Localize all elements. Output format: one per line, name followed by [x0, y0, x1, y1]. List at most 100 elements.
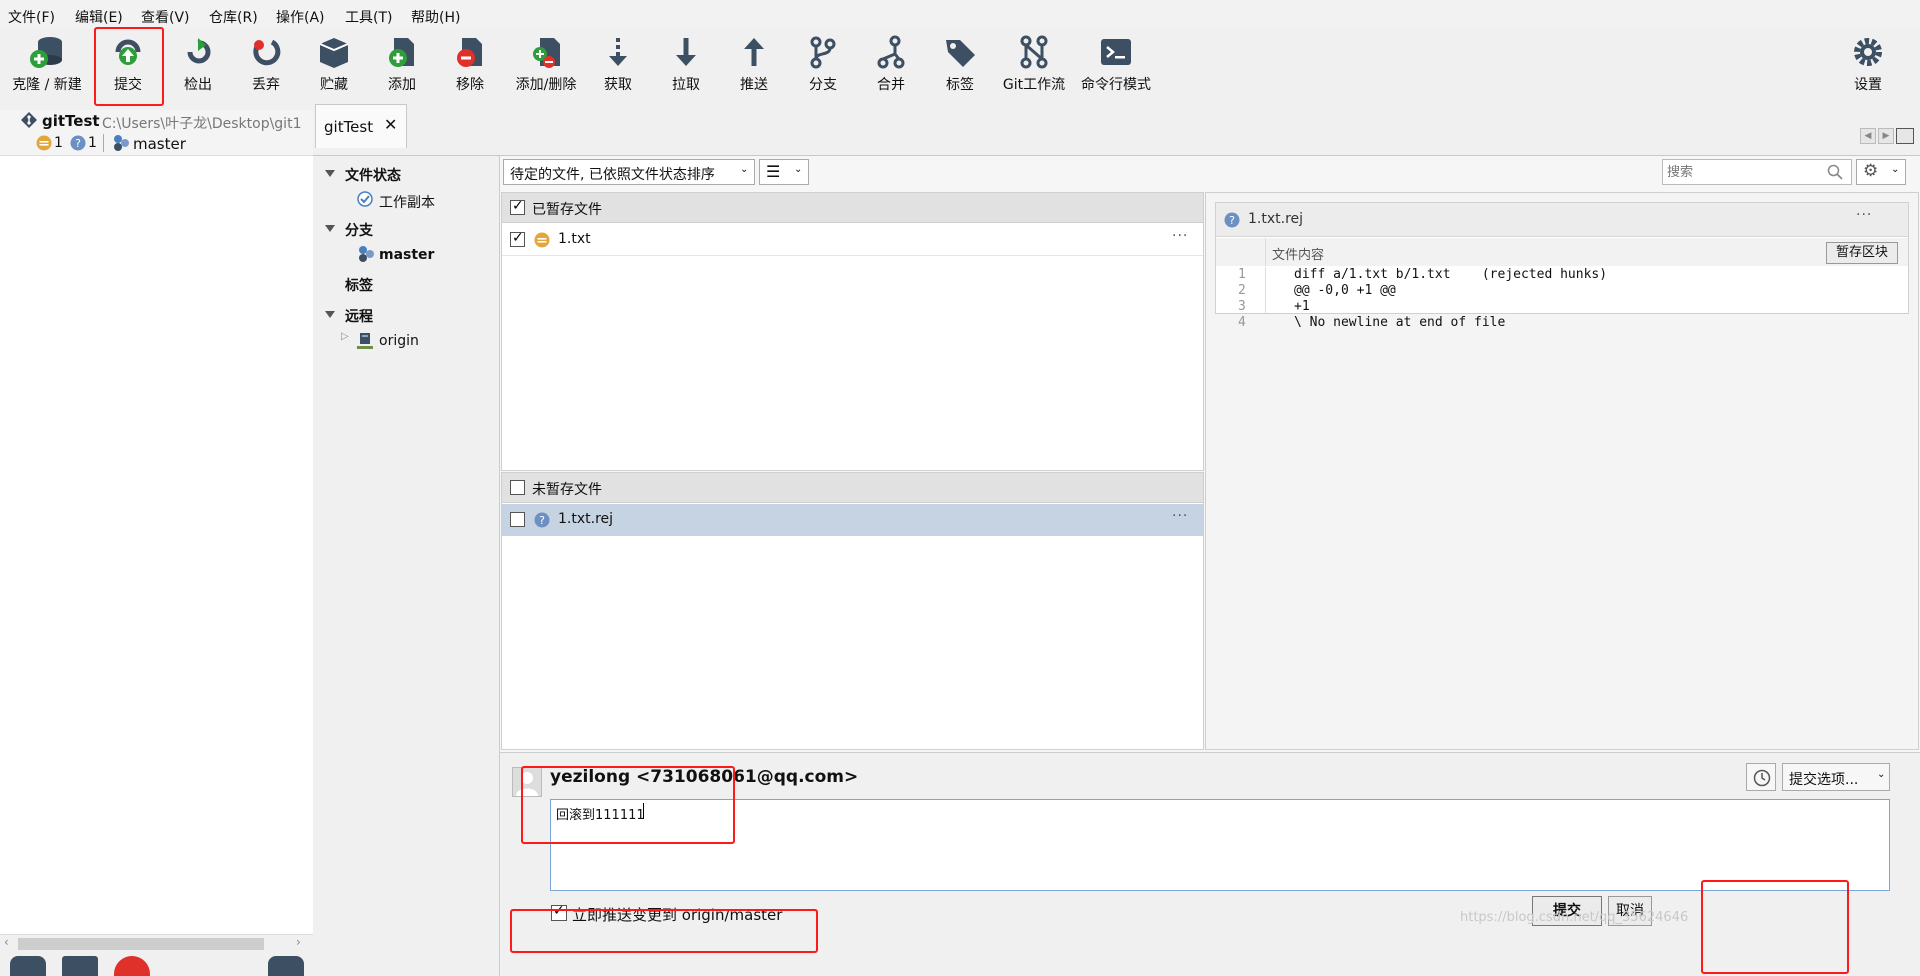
sidebar-item-master[interactable]: master — [379, 247, 434, 263]
tab-scroll-left-icon[interactable]: ◀ — [1860, 128, 1876, 144]
file-checkbox[interactable] — [510, 512, 525, 527]
modified-count: 1 — [54, 135, 63, 151]
file-name: 1.txt.rej — [558, 511, 614, 527]
staged-all-checkbox[interactable] — [510, 198, 525, 215]
tab-scroll-right-icon[interactable]: ▶ — [1878, 128, 1894, 144]
expand-icon[interactable] — [325, 311, 335, 318]
scroll-thumb[interactable] — [18, 938, 264, 950]
add-button[interactable]: 添加 — [374, 34, 430, 104]
server-icon[interactable] — [268, 956, 304, 976]
tag-button[interactable]: 标签 — [932, 34, 988, 104]
sidebar-file-status[interactable]: 文件状态 — [345, 165, 401, 185]
more-icon[interactable]: ··· — [1172, 508, 1188, 524]
more-icon[interactable]: ··· — [1172, 228, 1188, 244]
checkout-button[interactable]: 检出 — [170, 34, 226, 104]
search-icon[interactable] — [1827, 164, 1843, 180]
unstaged-all-checkbox[interactable] — [510, 480, 525, 495]
sidebar-branches[interactable]: 分支 — [345, 220, 373, 240]
gitflow-icon — [1020, 35, 1048, 69]
stash-button[interactable]: 贮藏 — [306, 34, 362, 104]
commit-message-input[interactable]: 回滚到111111 — [550, 799, 1890, 891]
tab-gittest[interactable]: gitTest ✕ — [315, 104, 407, 148]
discard-button[interactable]: 丢弃 — [238, 34, 294, 104]
tab-label: gitTest — [324, 118, 374, 136]
text-cursor — [643, 803, 644, 819]
close-icon[interactable]: ✕ — [384, 115, 397, 134]
modified-status-icon — [36, 135, 52, 151]
line-number: 3 — [1238, 299, 1246, 314]
menu-help[interactable]: 帮助(H) — [411, 7, 460, 27]
discard-icon — [253, 39, 281, 66]
merge-button[interactable]: 合并 — [863, 34, 919, 104]
collapse-arrow-icon[interactable]: ▷ — [341, 331, 349, 342]
folder-icon[interactable] — [62, 956, 98, 976]
scroll-left-icon[interactable]: ‹ — [4, 935, 9, 949]
svg-text:?: ? — [1229, 214, 1235, 227]
diff-lines: diff a/1.txt b/1.txt (rejected hunks) @@… — [1294, 267, 1894, 357]
list-item[interactable]: 1.txt ··· — [502, 224, 1203, 256]
repository-entry[interactable]: gitTest C:\Users\叶子龙\Desktop\git1 1 ? 1 … — [0, 110, 313, 156]
menu-tools[interactable]: 工具(T) — [345, 7, 392, 27]
expand-icon[interactable] — [325, 170, 335, 177]
remove-repo-icon[interactable] — [114, 956, 150, 976]
branch-icon — [114, 135, 129, 151]
watermark: https://blog.csdn.net/qq_35624646 — [1460, 910, 1689, 925]
menu-repo[interactable]: 仓库(R) — [209, 7, 258, 27]
commit-area: yezilong <731068061@qq.com> 提交选项... ⌄ 回滚… — [500, 752, 1920, 976]
options-dropdown[interactable]: ⚙ ⌄ — [1856, 159, 1906, 185]
sort-dropdown[interactable]: 待定的文件, 已依照文件状态排序 ⌄ — [503, 159, 755, 185]
line-numbers: 1 2 3 4 — [1216, 267, 1266, 330]
diff-line: \ No newline at end of file — [1294, 315, 1506, 330]
sidebar-remotes[interactable]: 远程 — [345, 306, 373, 326]
stage-hunk-button[interactable]: 暂存区块 — [1826, 242, 1898, 264]
push-immediately-label: 立即推送变更到 origin/master — [572, 906, 783, 924]
horizontal-scrollbar[interactable]: ‹ › — [0, 934, 313, 952]
commit-author: yezilong <731068061@qq.com> — [550, 767, 859, 787]
add-remove-button[interactable]: 添加/删除 — [508, 34, 584, 104]
more-icon[interactable]: ··· — [1856, 207, 1872, 223]
menu-view[interactable]: 查看(V) — [141, 7, 190, 27]
hunk-header: 文件内容 暂存区块 — [1216, 238, 1908, 266]
diff-file-name: 1.txt.rej — [1248, 211, 1304, 227]
diff-file-card: ? 1.txt.rej ··· 文件内容 暂存区块 1 2 3 4 diff a… — [1215, 202, 1909, 330]
menu-edit[interactable]: 编辑(E) — [75, 7, 123, 27]
remove-button[interactable]: 移除 — [442, 34, 498, 104]
commit-button[interactable]: 提交 — [100, 34, 156, 104]
sidebar-item-working-copy[interactable]: 工作副本 — [379, 192, 435, 212]
settings-button[interactable]: 设置 — [1840, 34, 1896, 104]
gitflow-button[interactable]: Git工作流 — [996, 34, 1072, 104]
branch-button[interactable]: 分支 — [795, 34, 851, 104]
expand-icon[interactable] — [325, 225, 335, 232]
menu-actions[interactable]: 操作(A) — [276, 7, 325, 27]
clone-button[interactable]: 克隆 / 新建 — [4, 34, 90, 104]
history-button[interactable] — [1746, 763, 1776, 791]
menu-file[interactable]: 文件(F) — [8, 7, 55, 27]
pull-button[interactable]: 拉取 — [658, 34, 714, 104]
list-item[interactable]: ? 1.txt.rej ··· — [502, 504, 1203, 536]
tab-strip — [313, 104, 1920, 156]
tab-menu-icon[interactable] — [1896, 128, 1914, 144]
fetch-button[interactable]: 获取 — [590, 34, 646, 104]
unstaged-files-panel: 未暂存文件 ? 1.txt.rej ··· — [501, 472, 1204, 750]
search-input[interactable] — [1667, 163, 1817, 181]
terminal-icon — [1101, 39, 1131, 65]
push-immediately-checkbox[interactable] — [551, 903, 567, 921]
terminal-button[interactable]: 命令行模式 — [1076, 34, 1156, 104]
merge-icon — [877, 35, 905, 69]
sidebar-item-origin[interactable]: origin — [379, 333, 419, 349]
branch-icon — [810, 36, 836, 69]
git-repo-icon — [21, 112, 37, 128]
sidebar-tags[interactable]: 标签 — [345, 275, 373, 295]
untracked-status-icon: ? — [534, 512, 550, 528]
gutter — [1216, 238, 1266, 266]
checkout-icon — [187, 38, 211, 64]
commit-message-text: 回滚到111111 — [556, 808, 645, 823]
view-mode-dropdown[interactable]: ☰ ⌄ — [759, 159, 809, 185]
pull-icon — [676, 38, 696, 66]
commit-options-dropdown[interactable]: 提交选项... ⌄ — [1782, 763, 1890, 791]
untracked-count: 1 — [88, 135, 97, 151]
file-checkbox[interactable] — [510, 230, 525, 247]
new-repo-icon[interactable] — [10, 956, 46, 976]
scroll-right-icon[interactable]: › — [296, 935, 301, 949]
push-button[interactable]: 推送 — [726, 34, 782, 104]
